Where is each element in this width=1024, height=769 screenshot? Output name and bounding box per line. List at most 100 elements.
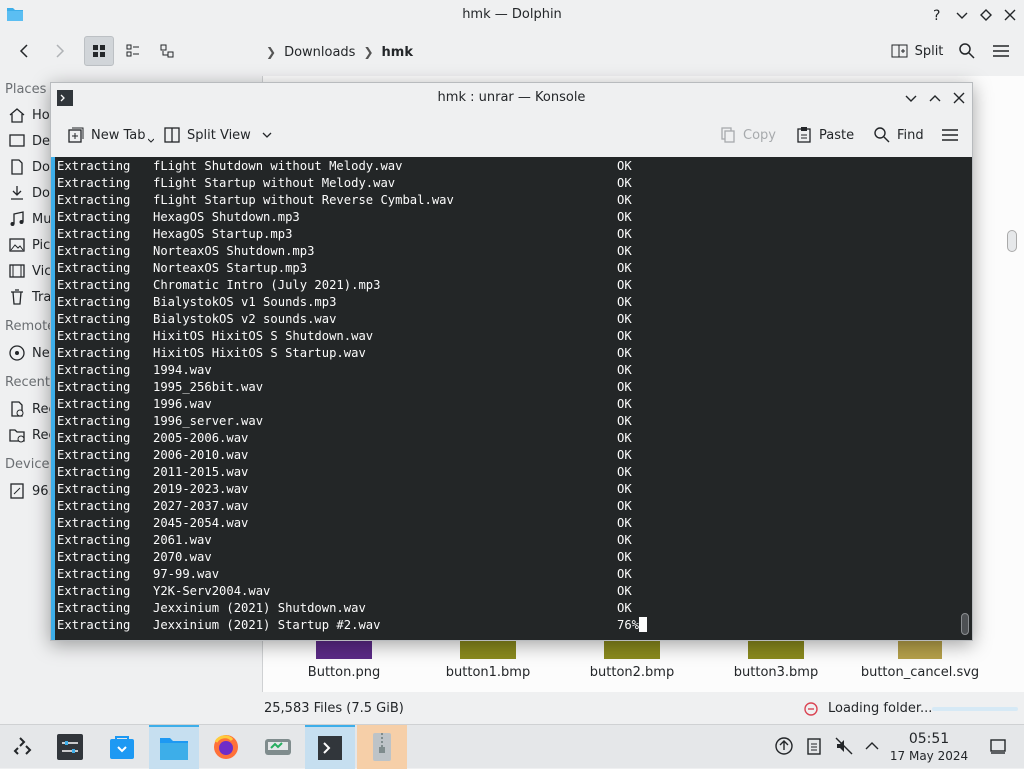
terminal-line-file: fLight Startup without Melody.wav [153, 176, 396, 190]
stop-icon[interactable] [804, 702, 818, 716]
terminal-line-status: OK [617, 447, 632, 464]
terminal-line-status-text: OK [617, 227, 632, 241]
details-view-button[interactable] [152, 36, 182, 66]
close-icon[interactable] [1002, 7, 1018, 23]
split-view-button[interactable]: Split View [163, 121, 279, 149]
recent-locations-icon [8, 426, 26, 444]
clipboard-icon[interactable] [804, 736, 824, 756]
terminal-line-status-text: OK [617, 482, 632, 496]
icons-view-button[interactable] [84, 36, 114, 66]
konsole-titlebar[interactable]: hmk : unrar — Konsole [51, 83, 972, 113]
maximize-icon[interactable] [927, 90, 943, 106]
close-icon[interactable] [951, 90, 967, 106]
firefox-taskbar-button[interactable] [201, 725, 251, 769]
file-name[interactable]: button_cancel.svg [850, 665, 990, 680]
terminal-line-action: Extracting [57, 363, 131, 377]
breadcrumb-hmk[interactable]: hmk [382, 45, 413, 60]
terminal-line-status-text: OK [617, 584, 632, 598]
breadcrumb-chevron-icon: ❯ [363, 45, 374, 59]
svg-text:?: ? [933, 8, 940, 23]
file-name[interactable]: button3.bmp [706, 665, 846, 680]
paste-button[interactable]: Paste [795, 121, 854, 149]
file-thumbnail[interactable] [898, 641, 942, 659]
place-trash[interactable]: Tra [8, 288, 51, 306]
search-button[interactable] [954, 36, 980, 66]
terminal-line-status-text: OK [617, 465, 632, 479]
place-documents[interactable]: Do [8, 158, 50, 176]
place-device[interactable]: 96. [8, 482, 53, 500]
terminal-line-status: OK [617, 600, 632, 617]
breadcrumb-downloads[interactable]: Downloads [284, 45, 355, 60]
file-thumbnail[interactable] [604, 641, 660, 659]
compact-view-button[interactable] [118, 36, 148, 66]
hamburger-menu-button[interactable] [988, 36, 1014, 66]
terminal-line-action: Extracting [57, 465, 131, 479]
minimize-icon[interactable] [903, 90, 919, 106]
clock[interactable]: 05:51 17 May 2024 [886, 731, 972, 764]
terminal-line-status-text: OK [617, 329, 632, 343]
terminal-output[interactable]: Extracting fLight Shutdown without Melody… [51, 157, 972, 640]
application-launcher-button[interactable] [0, 725, 50, 769]
split-button[interactable]: Split [888, 36, 946, 66]
terminal-line: Extracting 2045-2054.wav OK [57, 515, 937, 532]
copy-button[interactable]: Copy [719, 121, 776, 149]
terminal-line: Extracting HexagOS Shutdown.mp3 OK [57, 209, 937, 226]
volume-muted-icon[interactable] [834, 736, 854, 756]
terminal-line: Extracting fLight Shutdown without Melody… [57, 158, 937, 175]
terminal-line-status-text: OK [617, 431, 632, 445]
help-icon[interactable]: ? [929, 7, 945, 23]
show-hidden-icons-icon[interactable] [862, 736, 882, 756]
minimize-icon[interactable] [954, 7, 970, 23]
terminal-line-file: Jexxinium (2021) Shutdown.wav [153, 601, 366, 615]
terminal-line-action: Extracting [57, 414, 131, 428]
terminal-line-action: Extracting [57, 278, 131, 292]
terminal-line: Extracting 2011-2015.wav OK [57, 464, 937, 481]
terminal-cursor [639, 617, 648, 632]
place-recent-locations[interactable]: Rec [8, 426, 56, 444]
hamburger-menu-button[interactable] [941, 121, 965, 149]
new-tab-button[interactable]: New Tab [67, 121, 160, 149]
place-home[interactable]: Ho [8, 106, 50, 124]
terminal-line-status-text: OK [617, 550, 632, 564]
place-recent-files[interactable]: Rec [8, 400, 56, 418]
place-downloads[interactable]: Do [8, 184, 50, 202]
find-button[interactable]: Find [873, 121, 924, 149]
place-network[interactable]: Ne [8, 344, 50, 362]
terminal-line-status-text: OK [617, 363, 632, 377]
konsole-taskbar-button[interactable] [305, 725, 355, 769]
back-button[interactable] [10, 36, 38, 66]
file-thumbnail[interactable] [316, 641, 372, 659]
place-videos[interactable]: Vic [8, 262, 51, 280]
disk-usage-taskbar-button[interactable] [253, 725, 303, 769]
details-view-icon [160, 44, 174, 58]
place-music[interactable]: Mu [8, 210, 51, 228]
terminal-line-file: 2061.wav [153, 533, 212, 547]
system-settings-button[interactable] [45, 725, 95, 769]
place-desktop[interactable]: De [8, 132, 50, 150]
archive-taskbar-button[interactable] [357, 725, 407, 769]
taskbar: 05:51 17 May 2024 [0, 724, 1024, 769]
show-desktop-icon[interactable] [988, 736, 1008, 756]
file-name[interactable]: Button.png [274, 665, 414, 680]
discover-button[interactable] [97, 725, 147, 769]
terminal-line-status: OK [617, 192, 632, 209]
terminal-line-file: HixitOS HixitOS S Startup.wav [153, 346, 366, 360]
grid-view-icon [93, 45, 105, 57]
archive-icon [373, 733, 391, 761]
terminal-line-status: OK [617, 549, 632, 566]
file-name[interactable]: button2.bmp [562, 665, 702, 680]
file-thumbnail[interactable] [460, 641, 516, 659]
maximize-icon[interactable] [978, 7, 994, 23]
file-name[interactable]: button1.bmp [418, 665, 558, 680]
dolphin-titlebar[interactable]: hmk — Dolphin ? [0, 0, 1024, 30]
forward-button[interactable] [46, 36, 74, 66]
terminal-line-file: 1994.wav [153, 363, 212, 377]
terminal-line: Extracting NorteaxOS Startup.mp3 OK [57, 260, 937, 277]
file-thumbnail[interactable] [748, 641, 804, 659]
place-pictures[interactable]: Pic [8, 236, 50, 254]
updates-icon[interactable] [774, 736, 794, 756]
file-view-scrollbar[interactable] [1007, 230, 1017, 252]
dolphin-taskbar-button[interactable] [149, 725, 199, 769]
recent-header: Recent [5, 375, 50, 390]
terminal-scrollbar[interactable] [961, 613, 969, 635]
